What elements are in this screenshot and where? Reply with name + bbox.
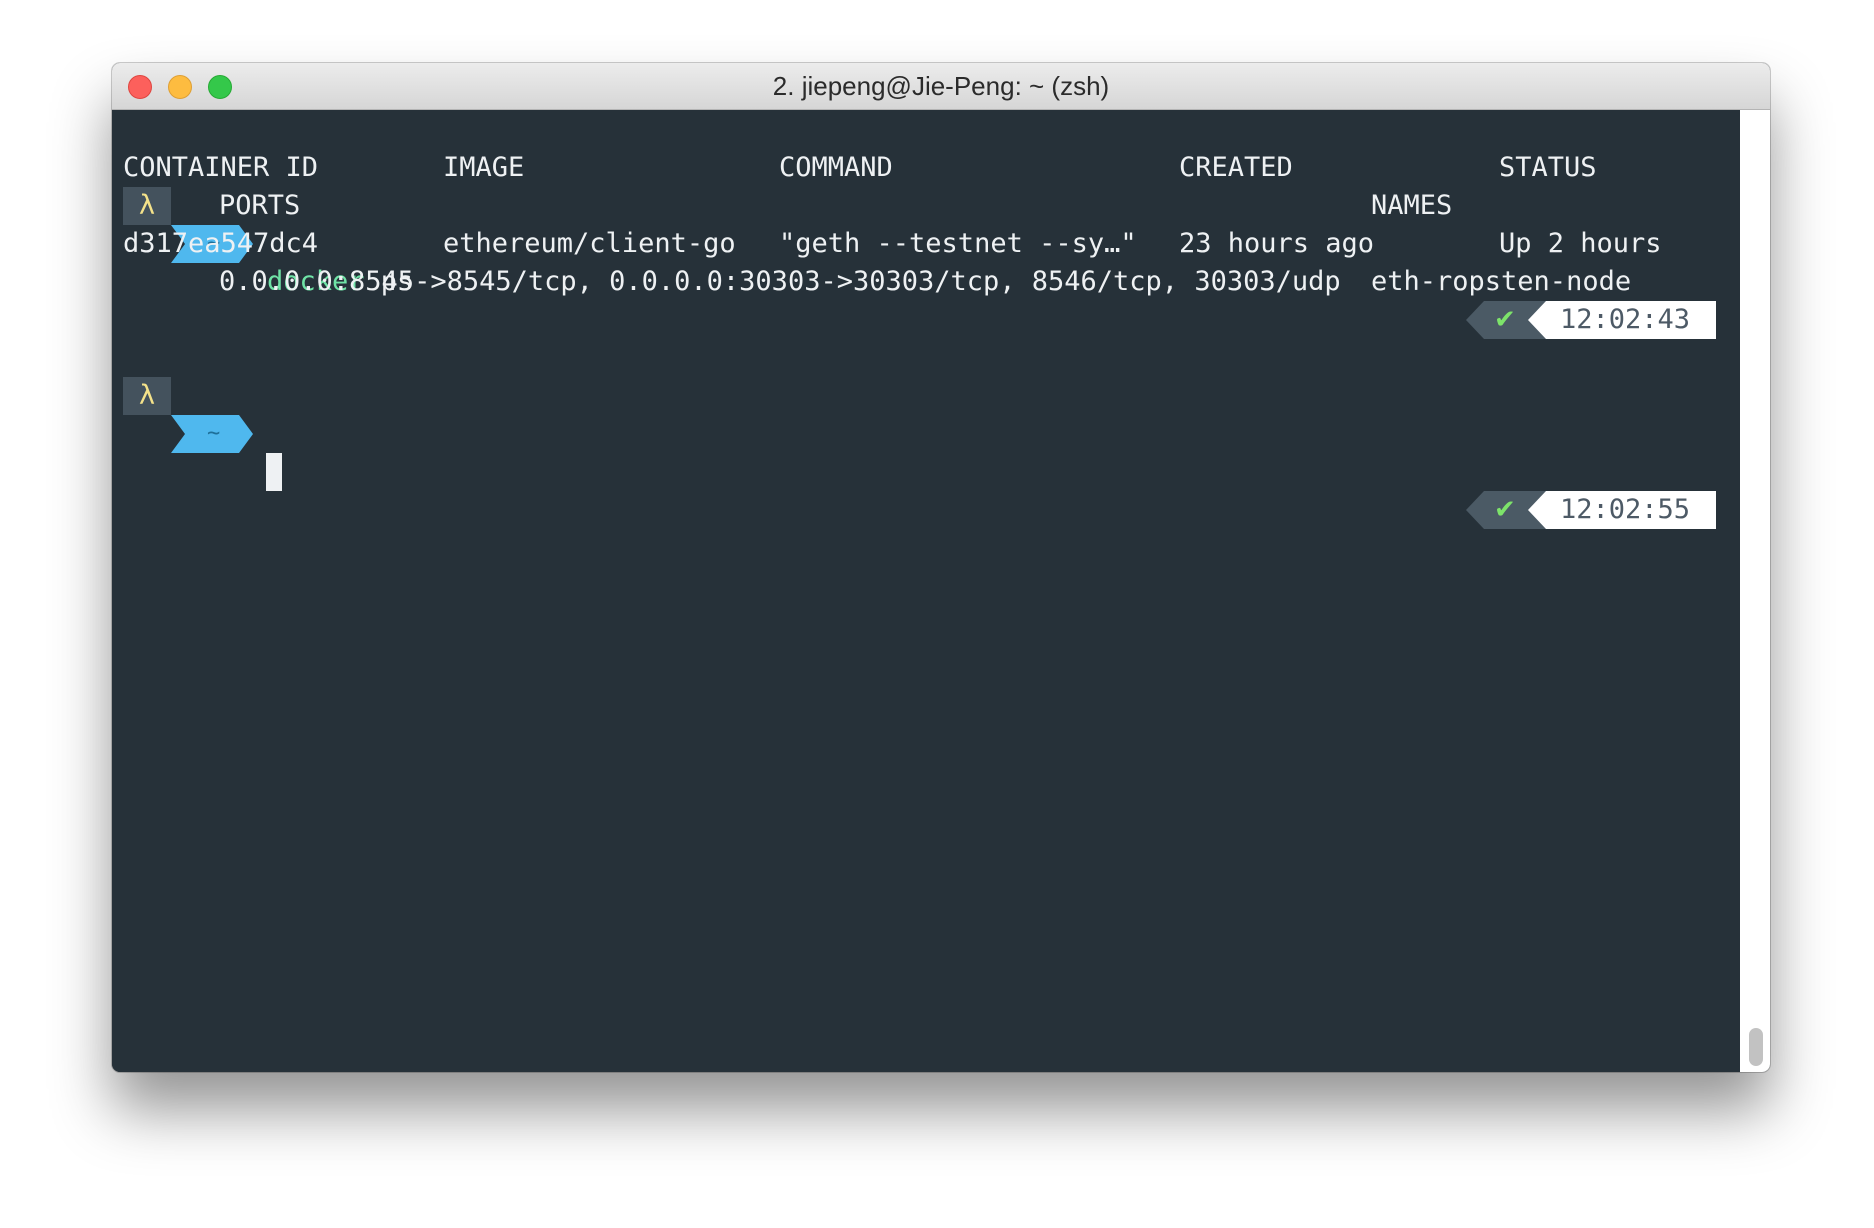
row-created: 23 hours ago: [1179, 228, 1375, 259]
header-container-id: CONTAINER ID: [123, 152, 319, 183]
table-row: d317ea547dc4 ethereum/client-go "geth --…: [123, 225, 1723, 263]
prompt-line-1: λ ~ docker ps ✔ 12:02:43: [112, 111, 1740, 339]
text-cursor[interactable]: [266, 453, 282, 491]
header-names: NAMES: [1371, 190, 1453, 221]
header-created: CREATED: [1179, 152, 1293, 183]
header-image: IMAGE: [443, 152, 525, 183]
table-header-row-2: PORTS NAMES: [123, 187, 1723, 225]
terminal-output[interactable]: λ ~ docker ps ✔ 12:02:43 CONTAINER ID IM…: [112, 110, 1740, 1072]
row-image: ethereum/client-go: [443, 228, 736, 259]
row-status: Up 2 hours: [1499, 228, 1662, 259]
scrollbar[interactable]: [1740, 110, 1770, 1072]
header-status: STATUS: [1499, 152, 1597, 183]
terminal-window: 2. jiepeng@Jie-Peng: ~ (zsh) λ ~ docker …: [112, 63, 1770, 1072]
header-ports: PORTS: [219, 190, 301, 221]
checkmark-icon: ✔: [1494, 495, 1516, 525]
prompt-time: 12:02:55: [1560, 494, 1691, 525]
header-command: COMMAND: [779, 152, 893, 183]
lambda-icon: λ: [123, 377, 171, 415]
row-container-id: d317ea547dc4: [123, 228, 319, 259]
table-header-row-1: CONTAINER ID IMAGE COMMAND CREATED STATU…: [123, 149, 1723, 187]
right-prompt-2: ✔ 12:02:55: [1466, 491, 1716, 529]
window-title: 2. jiepeng@Jie-Peng: ~ (zsh): [772, 71, 1110, 101]
title-bar[interactable]: 2. jiepeng@Jie-Peng: ~ (zsh): [112, 63, 1770, 110]
prompt-directory: ~: [207, 421, 221, 446]
row-command: "geth --testnet --sy…": [779, 228, 1137, 259]
time-segment: 12:02:55: [1528, 491, 1716, 529]
prompt-directory-segment: ~: [171, 415, 253, 453]
row-names: eth-ropsten-node: [1371, 266, 1632, 297]
prompt-line-2: λ ~ ✔ 12:02:55: [112, 301, 1740, 529]
table-row-continued: 0.0.0.0:8545->8545/tcp, 0.0.0.0:30303->3…: [123, 263, 1723, 301]
row-ports: 0.0.0.0:8545->8545/tcp, 0.0.0.0:30303->3…: [219, 266, 1341, 297]
scrollbar-thumb[interactable]: [1749, 1028, 1763, 1066]
